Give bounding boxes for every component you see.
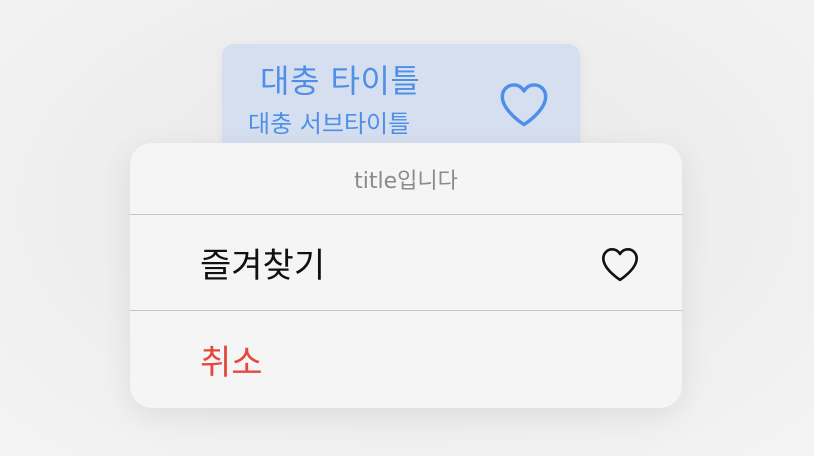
heart-icon bbox=[602, 247, 638, 282]
action-sheet-title: title입니다 bbox=[354, 168, 458, 194]
preview-subtitle: 대충 서브타이틀 bbox=[248, 110, 411, 138]
cancel-action-button[interactable]: 취소 bbox=[130, 311, 682, 407]
favorite-action-label: 즐겨찾기 bbox=[200, 246, 326, 286]
favorite-action-button[interactable]: 즐겨찾기 bbox=[130, 215, 682, 311]
action-sheet-header: title입니다 bbox=[130, 143, 682, 215]
action-sheet: title입니다 즐겨찾기 취소 bbox=[130, 143, 682, 408]
preview-title: 대충 타이틀 bbox=[260, 62, 421, 100]
cancel-action-label: 취소 bbox=[200, 342, 263, 383]
heart-icon[interactable] bbox=[498, 80, 550, 128]
